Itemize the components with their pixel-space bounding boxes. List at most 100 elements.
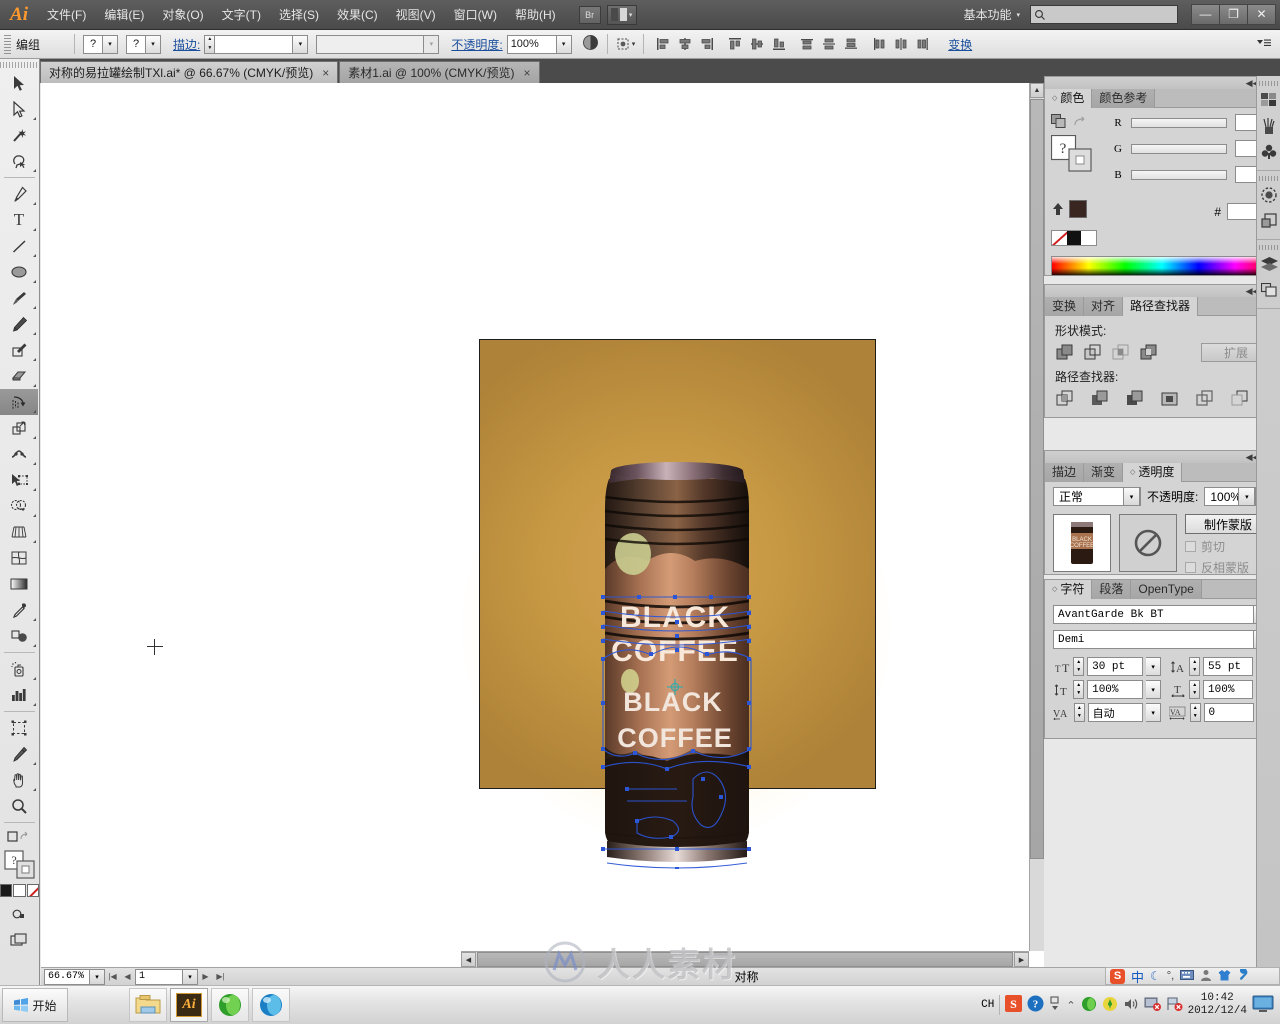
width-tool[interactable] — [0, 441, 38, 467]
canvas-vertical-scrollbar[interactable]: ▲ — [1029, 83, 1044, 951]
horizontal-scroll-thumb[interactable] — [477, 952, 1013, 967]
symbol-sprayer-tool[interactable] — [0, 656, 38, 682]
sogou-tray-icon[interactable]: S — [1005, 995, 1023, 1015]
start-button[interactable]: 开始 — [2, 988, 68, 1022]
font-style-select[interactable]: Demi ▾ — [1053, 630, 1271, 649]
tray-expand-icon[interactable] — [1049, 995, 1061, 1015]
opacity-label[interactable]: 不透明度: — [447, 36, 506, 53]
wrench-icon[interactable] — [1237, 966, 1249, 984]
slider-g[interactable]: G — [1105, 140, 1273, 157]
pen-tool[interactable] — [0, 181, 38, 207]
swap-colors-icon[interactable] — [1073, 116, 1087, 128]
taskbar-browser-green[interactable] — [211, 988, 249, 1022]
align-bottom-icon[interactable] — [769, 34, 789, 54]
stroke-profile-dropdown-icon[interactable]: ▾ — [424, 34, 440, 54]
graphic-styles-icon[interactable] — [1257, 208, 1280, 234]
page-dropdown-icon[interactable]: ▾ — [183, 968, 198, 985]
moon-icon[interactable]: ☾ — [1150, 969, 1161, 983]
screen-mode-tool[interactable] — [0, 901, 38, 927]
align-center-h-icon[interactable] — [675, 34, 695, 54]
help-tray-icon[interactable]: ? — [1027, 995, 1044, 1015]
artboard-tool[interactable] — [0, 715, 38, 741]
minus-front-icon[interactable] — [1083, 343, 1102, 362]
ime-mode-label[interactable]: 中 — [1131, 967, 1144, 986]
fill-dropdown-icon[interactable]: ▾ — [103, 34, 118, 54]
none-mode-icon[interactable] — [26, 884, 39, 897]
paintbrush-tool[interactable] — [0, 285, 38, 311]
stroke-swatch[interactable]: ? — [126, 34, 146, 54]
page-control[interactable]: 1 ▾ — [135, 968, 198, 985]
scroll-right-button[interactable]: ▶ — [1014, 952, 1029, 967]
selection-tool[interactable] — [0, 70, 38, 96]
menu-object[interactable]: 对象(O) — [153, 0, 212, 30]
user-icon[interactable] — [1200, 969, 1212, 984]
stroke-weight-input[interactable] — [215, 34, 294, 54]
kerning-stepper[interactable]: ▲ ▼ — [1074, 703, 1085, 722]
arrange-documents-button[interactable]: ▾ — [606, 4, 637, 25]
opacity-dropdown-icon[interactable]: ▾ — [556, 34, 572, 54]
tab-stroke[interactable]: 描边 — [1045, 463, 1085, 482]
taskbar-explorer[interactable] — [129, 988, 167, 1022]
vertical-scale-stepper[interactable]: ▲ ▼ — [1073, 680, 1085, 699]
search-input[interactable] — [1030, 5, 1178, 24]
fill-stroke-proxy-icon[interactable]: ? — [1050, 134, 1095, 175]
scale-tool[interactable] — [0, 415, 38, 441]
pencil-tool[interactable] — [0, 311, 38, 337]
white-swatch[interactable] — [1081, 231, 1097, 245]
volume-icon[interactable] — [1123, 996, 1139, 1015]
chevron-down-icon[interactable]: ▾ — [1123, 487, 1140, 506]
stroke-color-control[interactable]: ? ▾ — [126, 34, 161, 54]
menu-type[interactable]: 文字(T) — [213, 0, 270, 30]
bridge-button[interactable]: Br — [578, 5, 601, 24]
stroke-icon[interactable] — [1257, 182, 1280, 208]
tracking-stepper[interactable]: ▲ ▼ — [1189, 703, 1201, 722]
fill-stroke-toggle-icon[interactable] — [1051, 114, 1067, 129]
font-size-input[interactable]: 30 pt — [1087, 657, 1144, 676]
flag-alert-icon[interactable] — [1166, 996, 1183, 1015]
mask-thumbnail[interactable] — [1119, 514, 1177, 572]
restore-button[interactable]: ❐ — [1219, 3, 1248, 25]
transparency-opacity-input[interactable]: 100% ▾ — [1204, 487, 1257, 506]
tray-yellow-icon[interactable] — [1102, 996, 1118, 1015]
chevron-down-icon[interactable]: ▾ — [1238, 487, 1256, 506]
swatches-icon[interactable] — [1257, 87, 1280, 113]
font-size-stepper[interactable]: ▲ ▼ — [1073, 657, 1085, 676]
fill-stroke-swap[interactable] — [0, 826, 38, 848]
dock-grip[interactable] — [1257, 243, 1280, 251]
menu-effect[interactable]: 效果(C) — [328, 0, 387, 30]
close-button[interactable]: ✕ — [1247, 3, 1276, 25]
minimize-button[interactable]: — — [1191, 3, 1220, 25]
change-screen-mode-tool[interactable] — [0, 927, 38, 953]
mesh-tool[interactable] — [0, 545, 38, 571]
g-slider-track[interactable] — [1131, 143, 1227, 154]
slider-b[interactable]: B — [1105, 166, 1273, 183]
toolbox-grip[interactable] — [0, 59, 39, 70]
divide-icon[interactable] — [1055, 389, 1074, 408]
distribute-center-v-icon[interactable] — [819, 34, 839, 54]
stroke-profile-select[interactable] — [316, 34, 425, 54]
keyboard-icon[interactable] — [1180, 969, 1195, 983]
color-up-arrow-icon[interactable] — [1051, 202, 1065, 216]
layers-icon[interactable] — [1257, 251, 1280, 277]
tab-paragraph[interactable]: 段落 — [1092, 580, 1132, 599]
zoom-dropdown-icon[interactable]: ▾ — [90, 968, 105, 985]
merge-icon[interactable] — [1125, 389, 1144, 408]
network-error-icon[interactable] — [1144, 996, 1161, 1015]
r-slider-track[interactable] — [1131, 117, 1227, 128]
distribute-left-icon[interactable] — [869, 34, 889, 54]
direct-selection-tool[interactable] — [0, 96, 38, 122]
tab-gradient[interactable]: 渐变 — [1084, 463, 1124, 482]
distribute-top-icon[interactable] — [797, 34, 817, 54]
tab-color-guide[interactable]: 颜色参考 — [1092, 89, 1156, 108]
brushes-icon[interactable] — [1257, 113, 1280, 139]
tab-close-icon[interactable]: × — [523, 66, 530, 80]
align-left-icon[interactable] — [653, 34, 673, 54]
stroke-weight-stepper[interactable]: ▲ ▼ — [204, 34, 216, 54]
tab-close-icon[interactable]: × — [322, 66, 329, 80]
show-hidden-icons-icon[interactable]: ⌃ — [1066, 999, 1075, 1012]
tracking-input[interactable]: 0 — [1203, 703, 1254, 722]
fill-stroke-indicator[interactable]: ? — [0, 850, 39, 880]
prev-page-button[interactable]: ◀ — [120, 969, 135, 985]
outline-icon[interactable] — [1195, 389, 1214, 408]
punctuation-icon[interactable]: °, — [1167, 970, 1174, 982]
